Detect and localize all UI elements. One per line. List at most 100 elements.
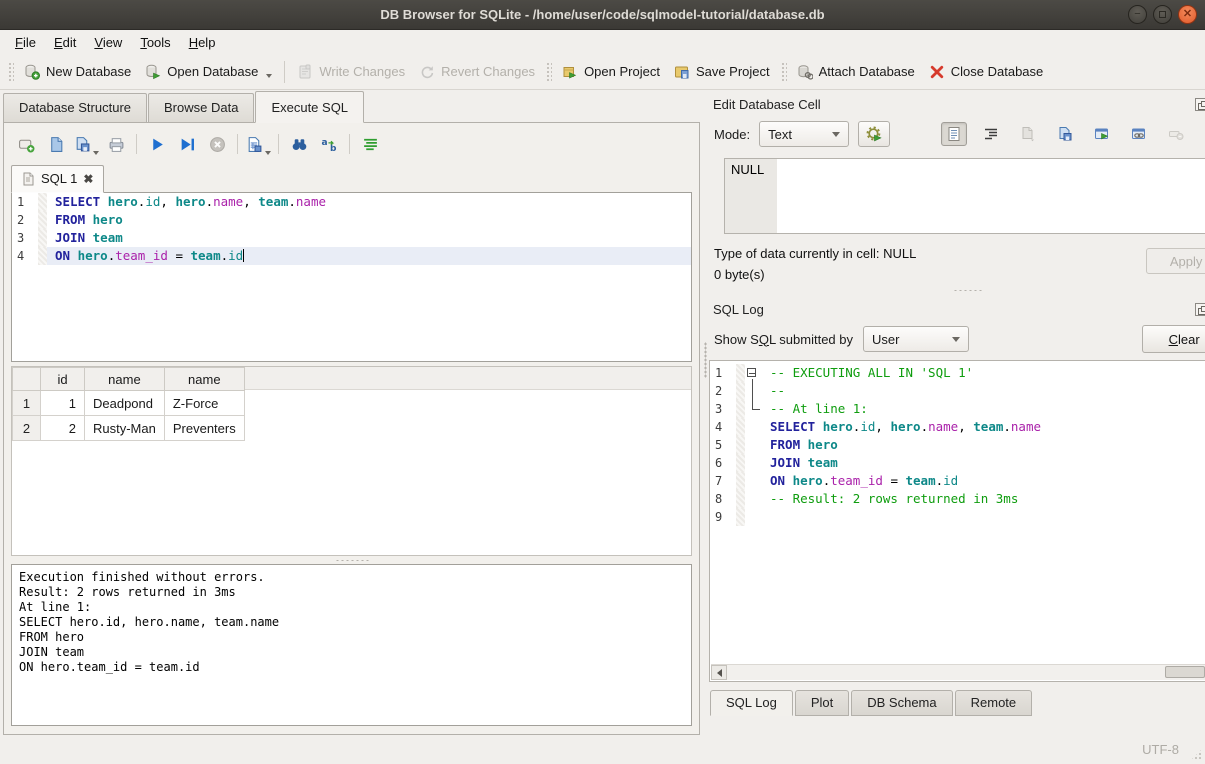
column-header[interactable]: name bbox=[164, 368, 244, 391]
menu-edit[interactable]: Edit bbox=[45, 33, 85, 52]
open-sql-tab-button[interactable] bbox=[13, 131, 39, 157]
main-toolbar: New Database Open Database Write Changes… bbox=[0, 54, 1205, 90]
print-cell-button[interactable] bbox=[1200, 122, 1205, 146]
execution-output[interactable]: Execution finished without errors. Resul… bbox=[11, 564, 692, 726]
tab-plot[interactable]: Plot bbox=[795, 690, 849, 716]
dock-float-icon[interactable] bbox=[1195, 303, 1205, 316]
new-database-button[interactable]: New Database bbox=[17, 59, 138, 85]
row-header[interactable]: 2 bbox=[13, 416, 41, 441]
set-null-button bbox=[1163, 122, 1189, 146]
database-new-icon bbox=[24, 64, 40, 80]
line-number: 1 bbox=[710, 364, 736, 382]
toolbar-separator bbox=[284, 61, 285, 83]
print-icon bbox=[108, 136, 125, 153]
close-tab-icon[interactable]: ✖ bbox=[83, 172, 93, 186]
resize-grip-icon[interactable] bbox=[1190, 748, 1203, 761]
table-cell[interactable]: Rusty-Man bbox=[85, 416, 165, 441]
sql-editor[interactable]: 1SELECT hero.id, hero.name, team.name2FR… bbox=[11, 192, 692, 362]
dock-float-icon[interactable] bbox=[1195, 98, 1205, 111]
replace-button[interactable]: ab bbox=[316, 131, 342, 157]
tab-db-schema[interactable]: DB Schema bbox=[851, 690, 952, 716]
row-header[interactable]: 1 bbox=[13, 391, 41, 416]
new-tab-icon bbox=[18, 136, 35, 153]
apply-button: Apply bbox=[1146, 248, 1205, 274]
code-text: -- At line 1: bbox=[762, 400, 1205, 418]
format-sql-button[interactable] bbox=[357, 131, 383, 157]
open-project-button[interactable]: Open Project bbox=[555, 59, 667, 85]
menu-file[interactable]: File bbox=[6, 33, 45, 52]
submitted-by-select[interactable]: User bbox=[863, 326, 969, 352]
title-bar[interactable]: DB Browser for SQLite - /home/user/code/… bbox=[0, 0, 1205, 30]
chevron-down-icon bbox=[832, 132, 840, 137]
scroll-left-arrow[interactable] bbox=[711, 665, 727, 680]
auto-apply-button[interactable] bbox=[858, 121, 890, 147]
scrollbar-thumb[interactable] bbox=[1165, 666, 1205, 678]
open-sql-file-button[interactable] bbox=[43, 131, 69, 157]
menu-view[interactable]: View bbox=[85, 33, 131, 52]
tab-sql-log[interactable]: SQL Log bbox=[710, 690, 793, 716]
tab-database-structure[interactable]: Database Structure bbox=[3, 93, 147, 122]
sql-toolbar: ab bbox=[11, 129, 692, 159]
close-database-button[interactable]: Close Database bbox=[922, 59, 1051, 85]
gear-arrow-icon bbox=[866, 126, 883, 143]
column-header[interactable]: id bbox=[41, 368, 85, 391]
attach-database-button[interactable]: Attach Database bbox=[790, 59, 922, 85]
find-button[interactable] bbox=[286, 131, 312, 157]
cell-value-editor[interactable]: NULL bbox=[724, 158, 1205, 234]
tab-execute-sql[interactable]: Execute SQL bbox=[255, 91, 364, 123]
table-cell[interactable]: 2 bbox=[41, 416, 85, 441]
fold-marker bbox=[745, 454, 762, 472]
text-document-icon-button[interactable] bbox=[941, 122, 967, 146]
open-database-button[interactable]: Open Database bbox=[138, 59, 279, 85]
panel-splitter[interactable] bbox=[702, 90, 708, 736]
menu-tools[interactable]: Tools bbox=[131, 33, 179, 52]
line-number: 2 bbox=[12, 211, 38, 229]
save-sql-dropdown-icon[interactable] bbox=[93, 151, 99, 155]
dock-splitter[interactable] bbox=[709, 285, 1205, 295]
gutter-strip bbox=[38, 211, 47, 229]
minimize-button[interactable]: − bbox=[1128, 5, 1147, 24]
mode-select[interactable]: Text bbox=[759, 121, 849, 147]
clear-log-button[interactable]: Clear bbox=[1142, 325, 1205, 353]
sql-doc-tab[interactable]: SQL 1 ✖ bbox=[11, 165, 104, 193]
main-content: Database Structure Browse Data Execute S… bbox=[0, 90, 1205, 736]
close-button[interactable]: ✕ bbox=[1178, 5, 1197, 24]
results-output-splitter[interactable] bbox=[11, 556, 692, 564]
tab-browse-data[interactable]: Browse Data bbox=[148, 93, 254, 122]
save-project-button[interactable]: Save Project bbox=[667, 59, 777, 85]
menu-help[interactable]: Help bbox=[180, 33, 225, 52]
open-database-dropdown-icon[interactable] bbox=[266, 74, 272, 78]
sql-log-view[interactable]: 1-- EXECUTING ALL IN 'SQL 1'2--3-- At li… bbox=[709, 360, 1205, 682]
table-cell[interactable]: Preventers bbox=[164, 416, 244, 441]
new-database-label: New Database bbox=[46, 64, 131, 79]
open-database-label: Open Database bbox=[167, 64, 258, 79]
copy-link-button[interactable] bbox=[1126, 122, 1152, 146]
toolbar-drag-handle[interactable] bbox=[7, 61, 14, 83]
print-sql-button[interactable] bbox=[103, 131, 129, 157]
maximize-button[interactable] bbox=[1153, 5, 1172, 24]
execute-current-line-button[interactable] bbox=[174, 131, 200, 157]
horizontal-scrollbar[interactable] bbox=[711, 664, 1205, 680]
column-header[interactable]: name bbox=[85, 368, 165, 391]
cell-info-text: Type of data currently in cell: NULL 0 b… bbox=[714, 243, 916, 285]
corner-header[interactable] bbox=[13, 368, 41, 391]
fold-marker[interactable] bbox=[745, 364, 762, 382]
code-text: -- Result: 2 rows returned in 3ms bbox=[762, 490, 1205, 508]
table-cell[interactable]: Z-Force bbox=[164, 391, 244, 416]
export-cell-button[interactable] bbox=[1052, 122, 1078, 146]
table-cell[interactable]: 1 bbox=[41, 391, 85, 416]
table-cell[interactable]: Deadpond bbox=[85, 391, 165, 416]
code-text: ON hero.team_id = team.id bbox=[47, 247, 691, 265]
save-results-dropdown-icon[interactable] bbox=[265, 151, 271, 155]
toolbar-drag-handle[interactable] bbox=[780, 61, 787, 83]
open-in-external-button[interactable] bbox=[1089, 122, 1115, 146]
sql-doc-tab-bar: SQL 1 ✖ bbox=[11, 162, 692, 192]
gutter-strip bbox=[736, 508, 745, 526]
toolbar-drag-handle[interactable] bbox=[545, 61, 552, 83]
execute-all-button[interactable] bbox=[144, 131, 170, 157]
gutter-strip bbox=[38, 247, 47, 265]
tab-remote[interactable]: Remote bbox=[955, 690, 1033, 716]
save-results-button[interactable] bbox=[245, 131, 271, 157]
save-sql-file-button[interactable] bbox=[73, 131, 99, 157]
word-wrap-icon-button[interactable] bbox=[978, 122, 1004, 146]
